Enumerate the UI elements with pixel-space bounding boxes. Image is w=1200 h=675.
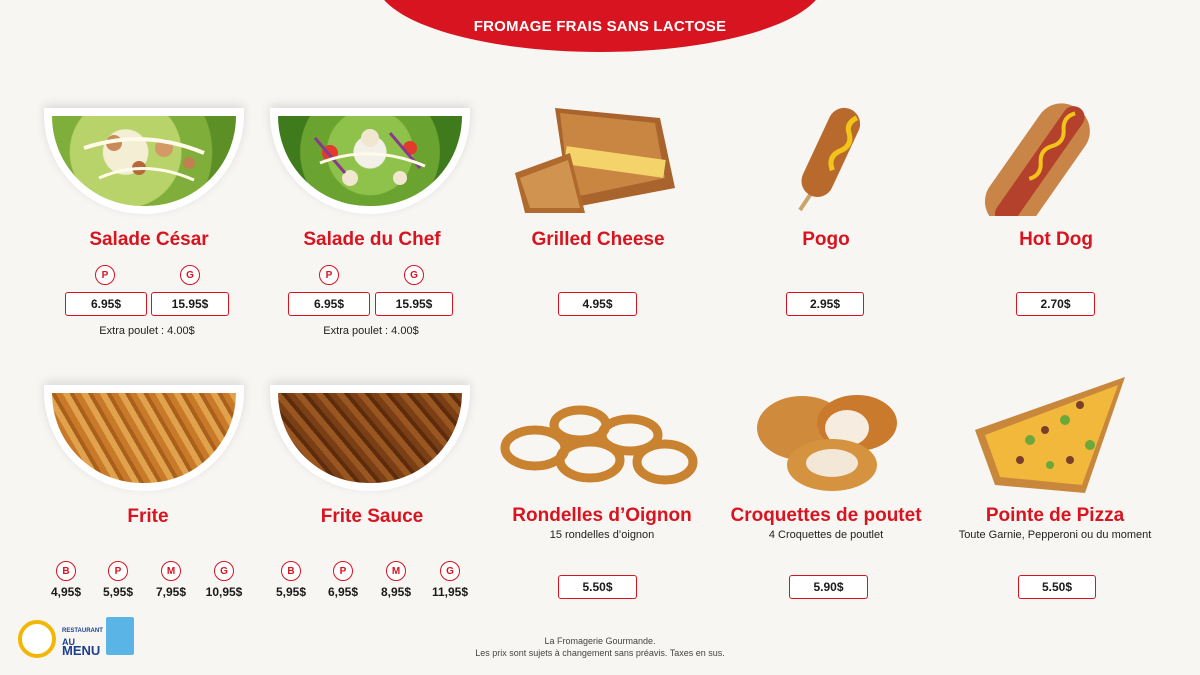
size-badge: M (161, 561, 181, 581)
price-text: 5,95$ (102, 585, 134, 599)
chef-salad-image (270, 108, 470, 214)
item-name-pogo: Pogo (802, 229, 850, 250)
price-text: 5,95$ (275, 585, 307, 599)
price-text: 8,95$ (380, 585, 412, 599)
item-description: 15 rondelles d’oignon (549, 529, 655, 541)
size-badge: B (281, 561, 301, 581)
caesar-salad-image (44, 108, 244, 214)
pizza-slice-image (975, 377, 1125, 493)
item-name-onion-rings: Rondelles d’Oignon (512, 505, 692, 526)
price-text: 6,95$ (327, 585, 359, 599)
price-box: 5.90$ (789, 575, 868, 599)
banner-title: FROMAGE FRAIS SANS LACTOSE (473, 18, 727, 35)
price-box: 2.70$ (1016, 292, 1095, 316)
price-text: 11,95$ (431, 585, 469, 599)
producteurs-laitiers-logo (106, 617, 134, 655)
footer-line-2: Les prix sont sujets à changement sans p… (475, 648, 725, 658)
fries-image (44, 385, 244, 491)
hot-dog-image (984, 103, 1090, 216)
price-box: 5.50$ (1018, 575, 1096, 599)
footer-line-1: La Fromagerie Gourmande. (544, 636, 656, 646)
footer: La Fromagerie Gourmande. Les prix sont s… (400, 635, 800, 659)
item-name-pizza: Pointe de Pizza (985, 505, 1125, 526)
fries-sauce-image (270, 385, 470, 491)
onion-rings-image (500, 405, 698, 485)
logo-restaurant-label: RESTAURANT (62, 628, 103, 634)
price-box: 5.50$ (558, 575, 637, 599)
item-name-hot-dog: Hot Dog (1019, 229, 1093, 250)
size-badge: P (319, 265, 339, 285)
price-box: 15.95$ (375, 292, 453, 316)
pogo-image (798, 107, 861, 212)
chicken-nuggets-image (757, 395, 897, 491)
item-description: Toute Garnie, Pepperoni ou du moment (958, 529, 1152, 541)
size-badge: G (214, 561, 234, 581)
size-badge: P (108, 561, 128, 581)
size-badge: G (180, 265, 200, 285)
size-badge: M (386, 561, 406, 581)
item-name-caesar: Salade César (89, 229, 209, 250)
price-box: 6.95$ (288, 292, 370, 316)
aliments-du-quebec-logo (18, 620, 56, 658)
price-text: 4,95$ (50, 585, 82, 599)
logo-menu-label: MENU (62, 643, 101, 658)
price-box: 6.95$ (65, 292, 147, 316)
item-name-fries: Frite (127, 506, 169, 527)
size-badge: B (56, 561, 76, 581)
size-badge: P (333, 561, 353, 581)
price-box: 15.95$ (151, 292, 229, 316)
grilled-cheese-image (515, 108, 675, 213)
price-text: 10,95$ (205, 585, 243, 599)
extra-chicken-note: Extra poulet : 4.00$ (99, 325, 195, 337)
item-name-chicken-nuggets: Croquettes de poutet (730, 505, 922, 526)
item-name-chef-salad: Salade du Chef (303, 229, 441, 250)
price-box: 2.95$ (786, 292, 864, 316)
item-description: 4 Croquettes de poutlet (768, 529, 884, 541)
size-badge: G (440, 561, 460, 581)
price-text: 7,95$ (155, 585, 187, 599)
item-name-fries-sauce: Frite Sauce (320, 506, 424, 527)
size-badge: G (404, 265, 424, 285)
extra-chicken-note: Extra poulet : 4.00$ (323, 325, 419, 337)
price-box: 4.95$ (558, 292, 637, 316)
item-name-grilled-cheese: Grilled Cheese (531, 229, 665, 250)
size-badge: P (95, 265, 115, 285)
